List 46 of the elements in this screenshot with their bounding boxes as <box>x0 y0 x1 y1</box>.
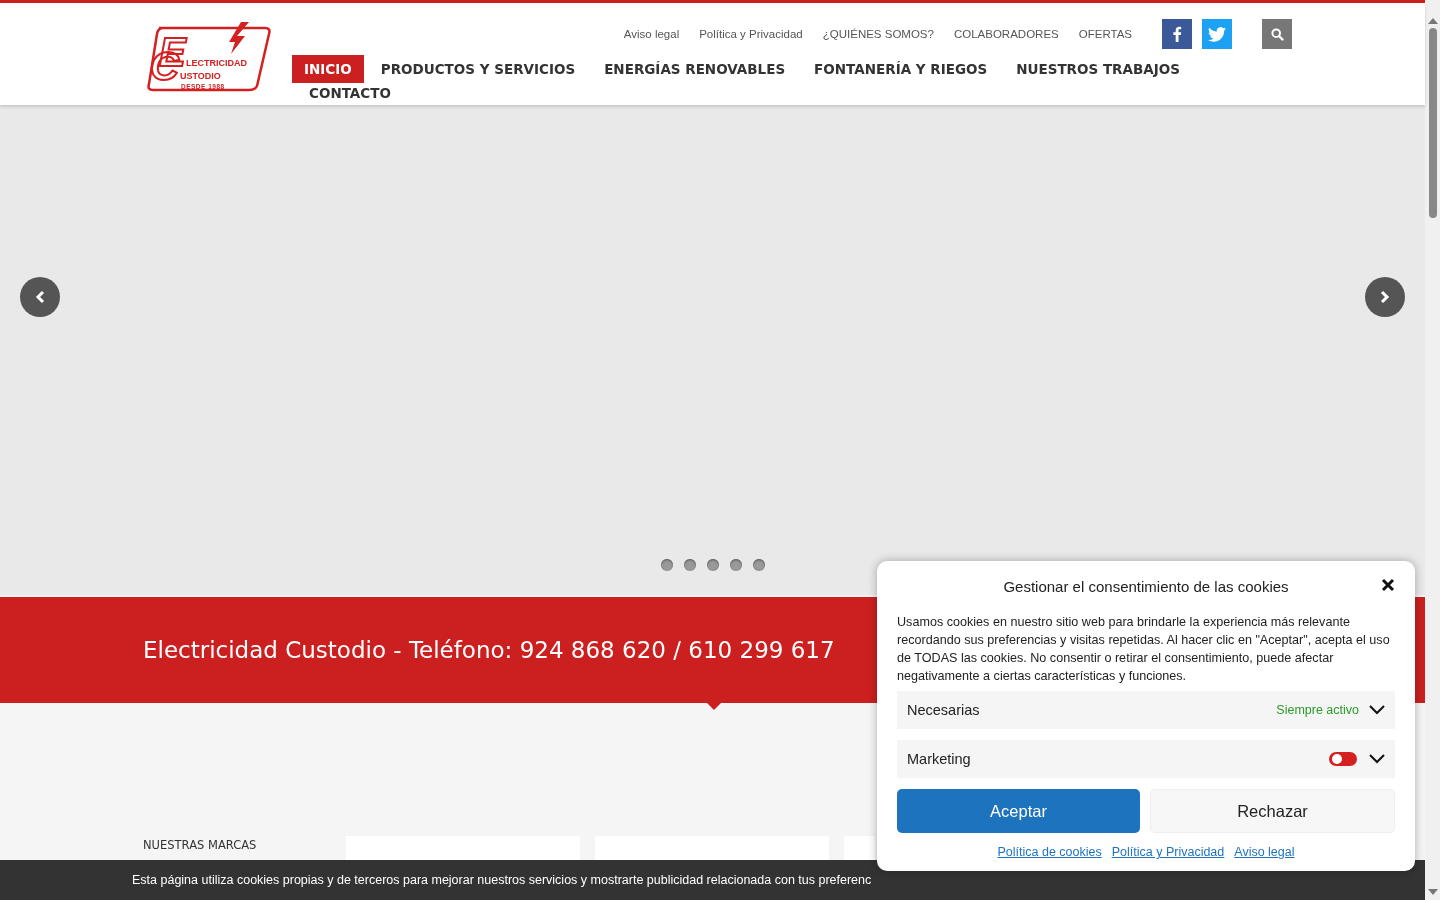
category-name: Necesarias <box>907 702 981 718</box>
next-slide-button[interactable] <box>1365 277 1405 317</box>
nav-item[interactable]: CONTACTO <box>292 85 403 101</box>
top-link[interactable]: Política y Privacidad <box>699 28 803 40</box>
slide-dot[interactable] <box>730 559 742 571</box>
facebook-icon <box>1172 26 1182 42</box>
previous-slide-button[interactable] <box>20 277 60 317</box>
nav-item[interactable]: NUESTROS TRABAJOS <box>1004 55 1192 83</box>
banner-text: Electricidad Custodio - Teléfono: 924 868 620 / 610 299 617 <box>143 637 835 663</box>
chevron-down-icon[interactable] <box>1369 705 1385 715</box>
cookie-category[interactable]: Marketing <box>897 740 1395 778</box>
slide-dot[interactable] <box>707 559 719 571</box>
nav-item[interactable]: FONTANERÍA Y RIEGOS <box>802 55 1000 83</box>
facebook-button[interactable] <box>1162 19 1192 49</box>
top-link[interactable]: ¿QUIÉNES SOMOS? <box>822 28 934 40</box>
chevron-right-icon <box>1379 290 1391 304</box>
accept-button[interactable]: Aceptar <box>897 789 1140 833</box>
chevron-down-icon[interactable] <box>1369 754 1385 764</box>
bird-icon <box>1208 26 1226 42</box>
consent-message: Usamos cookies en nuestro sitio web para brindarle la experiencia más relevante recordando sus preferencias y visitas repetidas. Al hacer clic en "Aceptar", acepta el uso de TODAS las cookies. No consentir o retirar el consentimiento, puede afectar negativamente a ciertas características y funciones. <box>897 614 1391 685</box>
toggle-switch[interactable] <box>1329 752 1357 766</box>
reject-button[interactable]: Rechazar <box>1150 789 1395 833</box>
nav-item[interactable]: INICIO <box>292 55 364 83</box>
top-link[interactable]: OFERTAS <box>1078 28 1132 40</box>
nav-item[interactable]: PRODUCTOS Y SERVICIOS <box>368 55 588 83</box>
cookie-category[interactable]: Necesarias Siempre activo <box>897 691 1395 729</box>
policy-link[interactable]: Aviso legal <box>1234 845 1295 859</box>
section-title: NUESTRAS MARCAS <box>143 837 258 852</box>
search-button[interactable] <box>1262 19 1292 49</box>
category-name: Marketing <box>907 751 972 767</box>
policy-link[interactable]: Política y Privacidad <box>1111 845 1225 859</box>
policy-link[interactable]: Política de cookies <box>997 845 1102 859</box>
slide-dot[interactable] <box>661 559 673 571</box>
top-link[interactable]: Aviso legal <box>623 28 680 40</box>
chevron-left-icon <box>34 290 46 304</box>
slide-dot[interactable] <box>753 559 765 571</box>
nav-item[interactable]: ENERGÍAS RENOVABLES <box>592 55 798 83</box>
close-button[interactable] <box>1381 578 1395 592</box>
twitter-button[interactable] <box>1202 19 1232 49</box>
top-link[interactable]: COLABORADORES <box>953 28 1059 40</box>
dialog-title: Gestionar el consentimiento de las cookies <box>1003 577 1289 595</box>
scrollbar[interactable] <box>1425 0 1440 900</box>
cookie-notice-text: Esta página utiliza cookies propias y de terceros para mejorar nuestros servicios y mostrarte publicidad relacionada con tus preferenc <box>132 873 872 887</box>
slide-dot[interactable] <box>684 559 696 571</box>
search-icon <box>1270 27 1284 41</box>
category-status: Siempre activo <box>1276 703 1359 717</box>
